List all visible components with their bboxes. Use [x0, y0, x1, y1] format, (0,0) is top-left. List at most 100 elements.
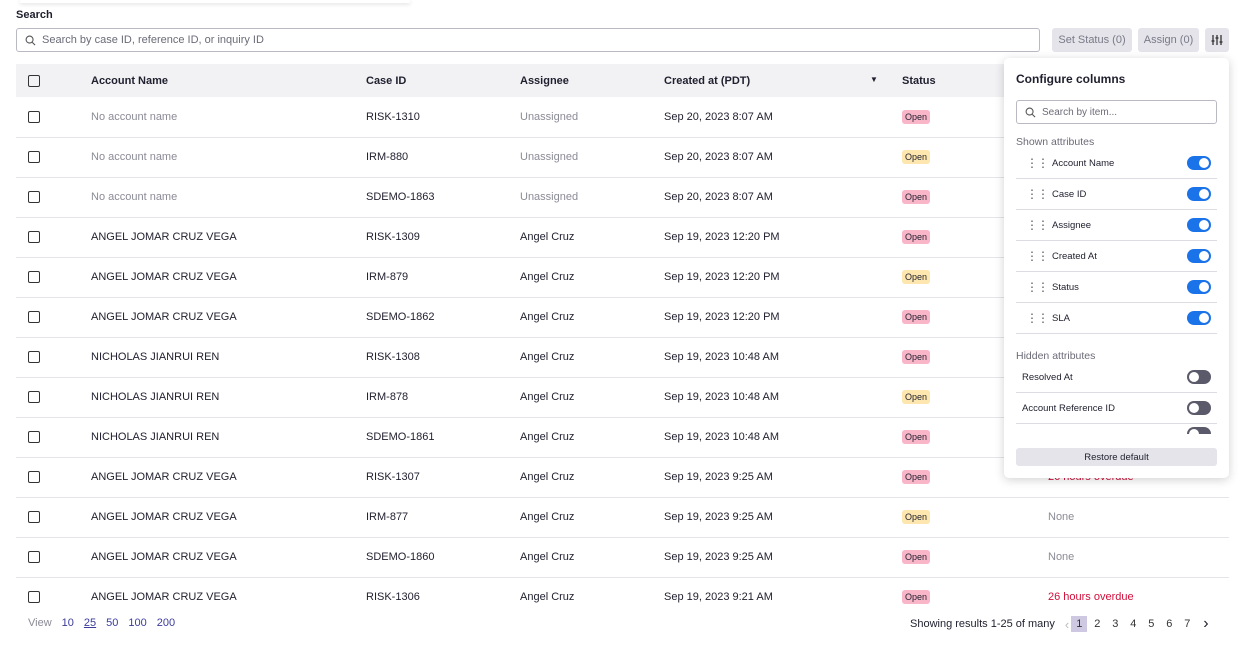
attribute-toggle[interactable] [1187, 370, 1211, 384]
drag-handle-icon[interactable]: ⋮⋮ [1016, 281, 1052, 293]
select-all-checkbox[interactable] [28, 74, 40, 87]
page-size-option[interactable]: 50 [106, 617, 118, 629]
hidden-attribute: Resolved At [1016, 362, 1217, 393]
case-id[interactable]: RISK-1307 [366, 457, 520, 498]
page-button[interactable]: 4 [1125, 616, 1141, 632]
row-checkbox[interactable] [28, 351, 40, 364]
drag-handle-icon[interactable]: ⋮⋮ [1016, 250, 1052, 262]
case-id[interactable]: IRM-880 [366, 137, 520, 178]
case-id[interactable]: RISK-1306 [366, 577, 520, 617]
row-checkbox[interactable] [28, 191, 40, 204]
drag-handle-icon[interactable]: ⋮⋮ [1016, 312, 1052, 324]
created-at: Sep 19, 2023 12:20 PM [664, 217, 902, 258]
created-at: Sep 19, 2023 9:25 AM [664, 537, 902, 578]
case-id[interactable]: SDEMO-1862 [366, 297, 520, 338]
row-checkbox[interactable] [28, 471, 40, 484]
attribute-toggle[interactable] [1187, 187, 1211, 201]
created-at: Sep 19, 2023 9:21 AM [664, 591, 773, 604]
drag-handle-icon[interactable]: ⋮⋮ [1016, 157, 1052, 169]
page-size-option[interactable]: 100 [128, 617, 146, 629]
page-button[interactable]: 1 [1071, 616, 1088, 632]
case-id[interactable]: IRM-878 [366, 377, 520, 418]
page-size-option[interactable]: 200 [157, 617, 175, 629]
attribute-toggle[interactable] [1187, 401, 1211, 415]
attribute-toggle[interactable] [1187, 311, 1211, 325]
row-checkbox[interactable] [28, 271, 40, 284]
status-badge: Open [902, 510, 931, 524]
case-id[interactable]: SDEMO-1861 [366, 417, 520, 458]
row-checkbox[interactable] [28, 311, 40, 324]
case-id[interactable]: RISK-1310 [366, 97, 520, 138]
shown-attribute: ⋮⋮ Created At [1016, 241, 1217, 272]
case-id[interactable]: SDEMO-1863 [366, 177, 520, 218]
results-summary: Showing results 1-25 of many [910, 618, 1055, 630]
configure-columns-button[interactable] [1205, 28, 1229, 52]
configure-columns-panel: Configure columns Shown attributes ⋮⋮Acc… [1004, 58, 1229, 478]
shown-attribute: ⋮⋮ Assignee [1016, 210, 1217, 241]
header-case-id[interactable]: Case ID [366, 64, 520, 97]
assignee: Angel Cruz [520, 217, 664, 258]
account-name: ANGEL JOMAR CRUZ VEGA [91, 537, 366, 578]
row-checkbox[interactable] [28, 591, 40, 604]
row-checkbox[interactable] [28, 551, 40, 564]
created-at: Sep 19, 2023 10:48 AM [664, 377, 902, 418]
search-label: Search [16, 9, 53, 21]
row-checkbox[interactable] [28, 151, 40, 164]
case-id[interactable]: IRM-877 [366, 497, 520, 538]
row-checkbox[interactable] [28, 231, 40, 244]
table-row[interactable]: ANGEL JOMAR CRUZ VEGA SDEMO-1860 Angel C… [16, 537, 1229, 578]
header-created-at-label: Created at (PDT) [664, 74, 751, 87]
case-id[interactable]: IRM-879 [366, 257, 520, 298]
view-label: View [28, 617, 52, 629]
account-name: ANGEL JOMAR CRUZ VEGA [91, 591, 237, 604]
row-checkbox[interactable] [28, 391, 40, 404]
attribute-toggle[interactable] [1187, 280, 1211, 294]
set-status-button[interactable]: Set Status (0) [1052, 28, 1132, 52]
row-checkbox[interactable] [28, 110, 40, 123]
page-button[interactable]: 6 [1161, 616, 1177, 632]
case-id[interactable]: SDEMO-1860 [366, 537, 520, 578]
account-name: No account name [91, 137, 366, 178]
page-button[interactable]: 5 [1143, 616, 1159, 632]
attribute-toggle[interactable] [1187, 249, 1211, 263]
header-account-name[interactable]: Account Name [91, 64, 366, 97]
page-button[interactable]: 3 [1107, 616, 1123, 632]
drag-handle-icon[interactable]: ⋮⋮ [1016, 219, 1052, 231]
panel-search-input[interactable] [1042, 106, 1202, 118]
sla: None [1048, 497, 1229, 538]
created-at: Sep 20, 2023 8:07 AM [664, 177, 902, 218]
header-created-at[interactable]: Created at (PDT) ▼ [664, 64, 902, 97]
search-input[interactable] [42, 34, 942, 46]
page-size-option[interactable]: 10 [62, 617, 74, 629]
attribute-label: Resolved At [1022, 371, 1073, 383]
assignee: Angel Cruz [520, 417, 664, 458]
case-id[interactable]: RISK-1308 [366, 337, 520, 378]
shown-attribute: ⋮⋮ Status [1016, 272, 1217, 303]
restore-default-button[interactable]: Restore default [1016, 448, 1217, 466]
table-row[interactable]: ANGEL JOMAR CRUZ VEGA IRM-877 Angel Cruz… [16, 497, 1229, 538]
status-badge: Open [902, 190, 931, 204]
assignee: Angel Cruz [520, 257, 664, 298]
row-checkbox[interactable] [28, 431, 40, 444]
drag-handle-icon[interactable]: ⋮⋮ [1016, 188, 1052, 200]
search-field[interactable] [16, 28, 1040, 52]
assignee: Unassigned [520, 177, 664, 218]
sort-desc-icon[interactable]: ▼ [870, 75, 878, 84]
attribute-toggle[interactable] [1187, 156, 1211, 170]
account-name: ANGEL JOMAR CRUZ VEGA [91, 257, 366, 298]
attribute-toggle[interactable] [1187, 427, 1211, 434]
sla: None [1048, 537, 1229, 578]
table-row[interactable]: ANGEL JOMAR CRUZ VEGA RISK-1306 Angel Cr… [16, 577, 1229, 617]
page-button[interactable]: 7 [1179, 616, 1195, 632]
row-checkbox[interactable] [28, 511, 40, 524]
created-at: Sep 19, 2023 10:48 AM [664, 417, 902, 458]
page-size-option[interactable]: 25 [84, 617, 96, 629]
page-button[interactable]: 2 [1089, 616, 1105, 632]
assign-button[interactable]: Assign (0) [1138, 28, 1199, 52]
header-assignee[interactable]: Assignee [520, 64, 664, 97]
status-badge: Open [902, 109, 931, 124]
attribute-toggle[interactable] [1187, 218, 1211, 232]
next-page-icon[interactable]: › [1203, 615, 1208, 633]
panel-search-field[interactable] [1016, 100, 1217, 124]
case-id[interactable]: RISK-1309 [366, 217, 520, 258]
